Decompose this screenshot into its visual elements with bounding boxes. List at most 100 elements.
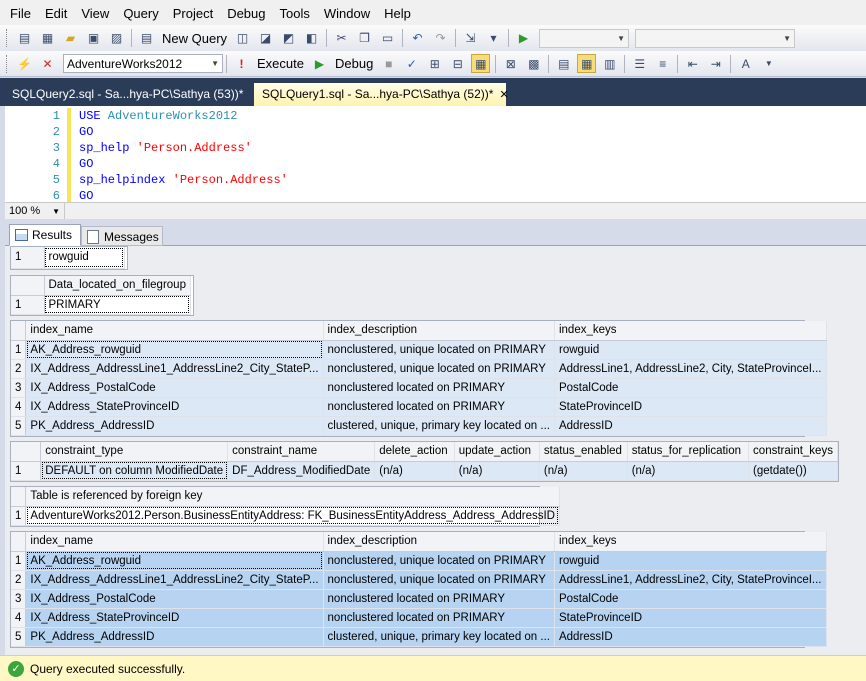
table-cell[interactable]: IX_Address_AddressLine1_AddressLine2_Cit… xyxy=(25,570,324,590)
undo-icon[interactable]: ↶ xyxy=(408,29,427,48)
table-row[interactable]: 3 IX_Address_PostalCode nonclustered loc… xyxy=(11,589,827,609)
row-number[interactable]: 2 xyxy=(11,359,27,379)
row-number[interactable]: 1 xyxy=(11,461,42,481)
table-cell[interactable]: rowguid xyxy=(554,340,827,360)
column-header[interactable]: index_name xyxy=(25,321,324,341)
table-cell[interactable]: (n/a) xyxy=(627,461,750,481)
specify-values-icon[interactable]: A xyxy=(736,54,755,73)
table-row[interactable]: 1 PRIMARY xyxy=(11,295,191,315)
result-grid-3[interactable]: index_name index_description index_keys … xyxy=(10,320,827,437)
find-combo[interactable]: ▼ xyxy=(635,28,796,48)
execute-icon[interactable]: ! xyxy=(232,54,251,73)
save-all-icon[interactable]: ▨ xyxy=(107,29,126,48)
debug-button[interactable]: Debug xyxy=(331,56,377,71)
table-cell[interactable]: nonclustered located on PRIMARY xyxy=(323,589,555,609)
table-cell[interactable]: (n/a) xyxy=(374,461,455,481)
table-cell[interactable]: (n/a) xyxy=(454,461,540,481)
result-grid-4[interactable]: constraint_type constraint_name delete_a… xyxy=(10,441,839,482)
table-cell[interactable]: DF_Address_ModifiedDate xyxy=(227,461,376,481)
column-header[interactable]: constraint_type xyxy=(40,442,229,462)
table-row[interactable]: 5 PK_Address_AddressID clustered, unique… xyxy=(11,416,827,436)
column-header[interactable]: delete_action xyxy=(374,442,455,462)
table-cell[interactable]: StateProvinceID xyxy=(554,397,827,417)
table-cell[interactable]: AddressID xyxy=(554,416,827,436)
table-cell[interactable]: AddressLine1, AddressLine2, City, StateP… xyxy=(554,359,827,379)
column-header[interactable]: index_description xyxy=(323,532,555,552)
table-row[interactable]: 1 AdventureWorks2012.Person.BusinessEnti… xyxy=(11,506,560,526)
table-cell[interactable]: AddressLine1, AddressLine2, City, StateP… xyxy=(554,570,827,590)
table-cell[interactable]: IX_Address_StateProvinceID xyxy=(25,397,324,417)
table-cell[interactable]: DEFAULT on column ModifiedDate xyxy=(40,461,229,481)
toolbar-grip[interactable] xyxy=(6,54,9,73)
db-query-icon[interactable]: ◫ xyxy=(233,29,252,48)
row-number[interactable]: 5 xyxy=(11,627,27,647)
result-grid-6[interactable]: index_name index_description index_keys … xyxy=(10,531,827,648)
results-grid-toggle-icon[interactable]: ▦ xyxy=(471,54,491,73)
results-to-file-icon[interactable]: ▥ xyxy=(600,54,619,73)
table-row[interactable]: 3 IX_Address_PostalCode nonclustered loc… xyxy=(11,378,827,398)
results-pane[interactable]: 1 rowguid Data_located_on_filegroup 1 PR… xyxy=(5,246,866,655)
result-grid-2[interactable]: Data_located_on_filegroup 1 PRIMARY xyxy=(10,275,194,316)
table-cell[interactable]: nonclustered, unique located on PRIMARY xyxy=(323,359,555,379)
result-grid-5[interactable]: Table is referenced by foreign key 1 Adv… xyxy=(10,486,560,527)
table-cell[interactable]: clustered, unique, primary key located o… xyxy=(323,627,555,647)
menu-debug[interactable]: Debug xyxy=(220,0,272,28)
table-cell[interactable]: clustered, unique, primary key located o… xyxy=(323,416,555,436)
menu-file[interactable]: File xyxy=(3,0,38,28)
table-cell[interactable]: IX_Address_StateProvinceID xyxy=(25,608,324,628)
table-cell[interactable]: IX_Address_AddressLine1_AddressLine2_Cit… xyxy=(25,359,324,379)
result-grid-1[interactable]: 1 rowguid xyxy=(10,246,128,270)
query-editor[interactable]: 1 USE AdventureWorks2012 2 GO 3 sp_help … xyxy=(5,106,866,204)
table-row[interactable]: 4 IX_Address_StateProvinceID nonclustere… xyxy=(11,608,827,628)
table-cell[interactable]: StateProvinceID xyxy=(554,608,827,628)
column-header[interactable]: index_keys xyxy=(554,321,827,341)
table-cell[interactable]: AdventureWorks2012.Person.BusinessEntity… xyxy=(25,506,560,526)
row-number[interactable]: 1 xyxy=(11,247,45,269)
results-to-text-icon[interactable]: ▤ xyxy=(554,54,573,73)
table-cell[interactable]: AK_Address_rowguid xyxy=(25,340,324,360)
decrease-indent-icon[interactable]: ⇤ xyxy=(683,54,702,73)
column-header[interactable]: update_action xyxy=(454,442,540,462)
table-cell[interactable]: nonclustered located on PRIMARY xyxy=(323,378,555,398)
row-number[interactable]: 3 xyxy=(11,589,27,609)
connect-icon[interactable]: ⚡ xyxy=(15,54,34,73)
column-header[interactable]: Data_located_on_filegroup xyxy=(44,276,191,296)
results-to-grid-icon[interactable]: ▦ xyxy=(577,54,597,73)
row-number[interactable]: 4 xyxy=(11,397,27,417)
zoom-select[interactable]: 100 % ▼ xyxy=(5,203,65,219)
execute-button[interactable]: Execute xyxy=(253,56,308,71)
query-designer-icon[interactable]: ⊟ xyxy=(448,54,467,73)
mdx-query-icon[interactable]: ◪ xyxy=(256,29,275,48)
open-icon[interactable]: ▰ xyxy=(61,29,80,48)
dmx-query-icon[interactable]: ◩ xyxy=(279,29,298,48)
column-header[interactable]: constraint_keys xyxy=(748,442,838,462)
debug-icon[interactable]: ▶ xyxy=(310,54,329,73)
column-header[interactable]: constraint_name xyxy=(227,442,376,462)
database-select[interactable]: AdventureWorks2012 ▼ xyxy=(63,54,223,73)
new-icon[interactable]: ▤ xyxy=(15,29,34,48)
row-number[interactable]: 2 xyxy=(11,570,27,590)
table-cell[interactable]: PK_Address_AddressID xyxy=(25,627,324,647)
paste-icon[interactable]: ▭ xyxy=(378,29,397,48)
table-cell[interactable]: IX_Address_PostalCode xyxy=(25,378,324,398)
cut-icon[interactable]: ✂ xyxy=(332,29,351,48)
row-number[interactable]: 1 xyxy=(11,506,27,526)
table-cell[interactable]: nonclustered, unique located on PRIMARY xyxy=(323,551,555,571)
table-row[interactable]: 1 rowguid xyxy=(11,247,125,269)
find-icon[interactable]: ▾ xyxy=(484,29,503,48)
tab-sqlquery2[interactable]: SQLQuery2.sql - Sa...hya-PC\Sathya (53))… xyxy=(4,83,251,106)
column-header[interactable]: Table is referenced by foreign key xyxy=(25,487,560,507)
add-item-icon[interactable]: ▦ xyxy=(38,29,57,48)
close-icon[interactable]: ✕ xyxy=(499,89,508,101)
table-cell[interactable]: rowguid xyxy=(554,551,827,571)
menu-view[interactable]: View xyxy=(74,0,116,28)
table-cell[interactable]: AddressID xyxy=(554,627,827,647)
table-row[interactable]: 2 IX_Address_AddressLine1_AddressLine2_C… xyxy=(11,570,827,590)
row-number[interactable]: 3 xyxy=(11,378,27,398)
new-query-icon[interactable]: ▤ xyxy=(137,29,156,48)
row-number[interactable]: 4 xyxy=(11,608,27,628)
xmla-query-icon[interactable]: ◧ xyxy=(302,29,321,48)
row-number[interactable]: 1 xyxy=(11,340,27,360)
table-cell[interactable]: AK_Address_rowguid xyxy=(25,551,324,571)
table-row[interactable]: 1 DEFAULT on column ModifiedDate DF_Addr… xyxy=(11,461,838,481)
